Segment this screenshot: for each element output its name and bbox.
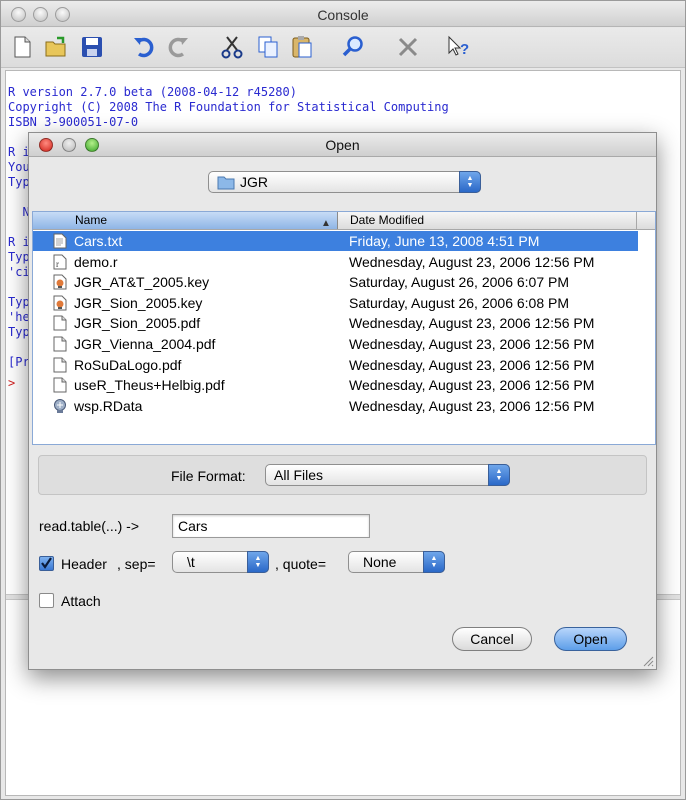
- r-file-icon: r: [53, 254, 67, 270]
- attach-label: Attach: [61, 593, 101, 609]
- undo-icon[interactable]: [129, 32, 159, 62]
- folder-icon: [217, 175, 235, 193]
- cut-icon[interactable]: [217, 32, 247, 62]
- console-toolbar: ?: [1, 28, 685, 68]
- file-name: useR_Theus+Helbig.pdf: [74, 377, 225, 394]
- file-name: JGR_Sion_2005.pdf: [74, 315, 201, 332]
- location-value: JGR: [240, 174, 268, 190]
- new-document-icon[interactable]: [7, 32, 37, 62]
- read-table-label: read.table(...) ->: [39, 518, 139, 534]
- file-row[interactable]: JGR_Sion_2005.key Saturday, August 26, 20…: [33, 293, 638, 313]
- popup-arrows-icon: ▲ ▼: [247, 551, 269, 573]
- popup-arrows-icon: ▲ ▼: [423, 551, 445, 573]
- file-row[interactable]: Cars.txt Friday, June 13, 2008 4:51 PM: [33, 231, 638, 251]
- console-title: Console: [317, 7, 369, 23]
- file-date: Wednesday, August 23, 2006 12:56 PM: [349, 315, 595, 332]
- sep-label: , sep=: [117, 556, 156, 572]
- console-titlebar[interactable]: Console: [1, 1, 685, 27]
- sep-value: \t: [187, 554, 195, 570]
- file-format-popup[interactable]: All Files ▲ ▼: [265, 464, 510, 486]
- checkmark-icon: [41, 557, 52, 569]
- file-date: Saturday, August 26, 2006 6:08 PM: [349, 294, 570, 311]
- svg-text:r: r: [56, 259, 59, 269]
- file-date: Wednesday, August 23, 2006 12:56 PM: [349, 253, 595, 270]
- sep-popup[interactable]: \t ▲ ▼: [172, 551, 269, 573]
- file-row[interactable]: wsp.RData Wednesday, August 23, 2006 12:5…: [33, 396, 638, 416]
- rdata-file-icon: [54, 398, 66, 413]
- read-table-input[interactable]: Cars: [172, 514, 370, 538]
- header-checkbox[interactable]: [39, 556, 54, 571]
- location-popup[interactable]: JGR ▲ ▼: [208, 171, 481, 193]
- dialog-titlebar[interactable]: Open: [29, 133, 656, 157]
- paste-icon[interactable]: [287, 32, 317, 62]
- file-row[interactable]: JGR_Vienna_2004.pdf Wednesday, August 23,…: [33, 334, 638, 354]
- name-column-label: Name: [75, 213, 108, 227]
- file-format-value: All Files: [274, 467, 324, 483]
- file-format-box: File Format: All Files ▲ ▼: [38, 455, 647, 495]
- file-name: demo.r: [74, 253, 118, 270]
- file-format-label: File Format:: [171, 468, 246, 484]
- open-button[interactable]: Open: [554, 627, 627, 651]
- file-row[interactable]: r demo.r Wednesday, August 23, 2006 12:56 …: [33, 252, 638, 272]
- console-line: Copyright (C) 2008 The R Foundation for …: [8, 100, 449, 114]
- svg-text:?: ?: [460, 41, 469, 58]
- dialog-title: Open: [325, 137, 360, 153]
- file-row[interactable]: useR_Theus+Helbig.pdf Wednesday, August 2…: [33, 375, 638, 395]
- file-browser[interactable]: Name ▲ Date Modified Cars.txt Friday, Jun…: [32, 211, 656, 445]
- text-file-icon: [53, 233, 67, 249]
- file-date: Wednesday, August 23, 2006 12:56 PM: [349, 356, 595, 373]
- console-line: ISBN 3-900051-07-0: [8, 115, 139, 129]
- file-name: JGR_Sion_2005.key: [74, 294, 203, 311]
- clear-icon[interactable]: [393, 32, 423, 62]
- header-label: Header: [61, 556, 107, 572]
- keynote-file-icon: [53, 274, 67, 290]
- file-row[interactable]: JGR_Sion_2005.pdf Wednesday, August 23, 2…: [33, 313, 638, 333]
- quote-popup[interactable]: None ▲ ▼: [348, 551, 445, 573]
- name-column-header[interactable]: Name ▲: [33, 212, 338, 229]
- file-date: Friday, June 13, 2008 4:51 PM: [349, 233, 540, 249]
- keynote-file-icon: [53, 295, 67, 311]
- cancel-button[interactable]: Cancel: [452, 627, 532, 651]
- document-file-icon: [53, 377, 67, 393]
- document-file-icon: [53, 357, 67, 373]
- quote-label: , quote=: [275, 556, 326, 572]
- file-name: JGR_AT&T_2005.key: [74, 274, 210, 291]
- sort-ascending-icon: ▲: [321, 218, 331, 229]
- help-icon[interactable]: ?: [443, 32, 473, 62]
- file-date: Wednesday, August 23, 2006 12:56 PM: [349, 336, 595, 352]
- file-date: Saturday, August 26, 2006 6:07 PM: [349, 274, 570, 291]
- date-column-header[interactable]: Date Modified: [350, 212, 424, 229]
- save-icon[interactable]: [77, 32, 107, 62]
- resize-grip-icon[interactable]: [643, 656, 654, 667]
- document-file-icon: [53, 315, 67, 331]
- file-date: Wednesday, August 23, 2006 12:56 PM: [349, 377, 595, 394]
- column-divider: [636, 212, 637, 229]
- file-name: JGR_Vienna_2004.pdf: [74, 336, 216, 352]
- open-dialog: Open JGR ▲ ▼ Name ▲ Date Modified Cars.tx…: [28, 132, 657, 670]
- open-folder-icon[interactable]: [41, 32, 71, 62]
- file-name: wsp.RData: [74, 397, 143, 414]
- popup-arrows-icon: ▲ ▼: [488, 464, 510, 486]
- redo-icon[interactable]: [163, 32, 193, 62]
- quote-value: None: [363, 554, 397, 570]
- file-row[interactable]: JGR_AT&T_2005.key Saturday, August 26, 20…: [33, 272, 638, 292]
- console-line: R version 2.7.0 beta (2008-04-12 r45280): [8, 85, 297, 99]
- file-name: RoSuDaLogo.pdf: [74, 356, 182, 373]
- file-row[interactable]: RoSuDaLogo.pdf Wednesday, August 23, 2006…: [33, 355, 638, 375]
- copy-icon[interactable]: [253, 32, 283, 62]
- find-icon[interactable]: [339, 32, 369, 62]
- document-file-icon: [53, 336, 67, 352]
- file-name: Cars.txt: [74, 233, 123, 249]
- attach-checkbox[interactable]: [39, 593, 54, 608]
- file-date: Wednesday, August 23, 2006 12:56 PM: [349, 397, 595, 414]
- list-header: Name ▲ Date Modified: [33, 212, 655, 230]
- popup-arrows-icon: ▲ ▼: [459, 171, 481, 193]
